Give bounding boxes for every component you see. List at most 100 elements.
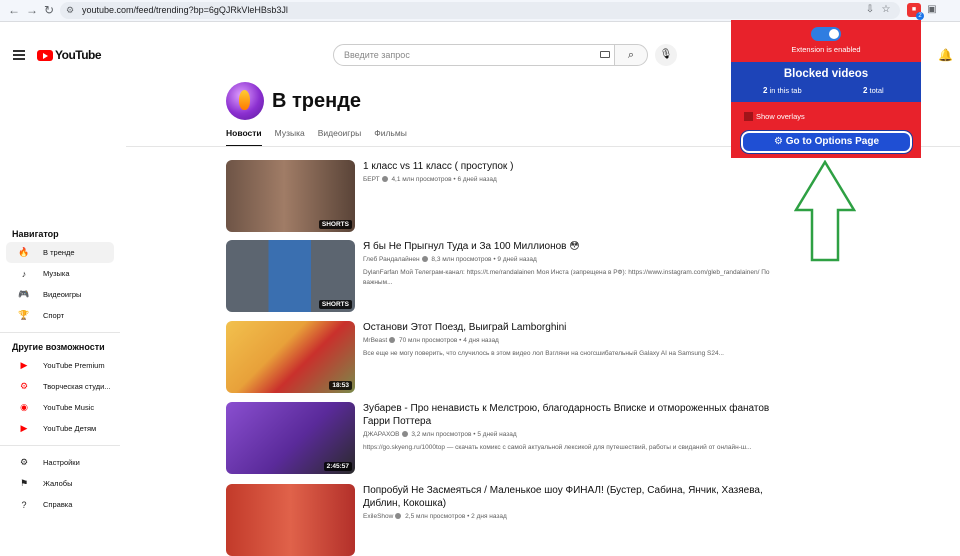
music-icon: ♪ xyxy=(21,268,27,279)
video-meta: ДЖАРАХОВ 3,2 млн просмотров • 5 дней наз… xyxy=(363,431,517,438)
video-badge: SHORTS xyxy=(318,220,352,229)
site-info-icon[interactable]: ⚙ xyxy=(66,2,74,19)
view-count: 2,5 млн просмотров xyxy=(405,513,466,520)
video-info: Зубарев - Про ненависть к Мелстрою, благ… xyxy=(363,402,793,453)
gear-icon: ⚙ xyxy=(773,136,783,147)
sidebar-item-settings[interactable]: ⚙ Настройки xyxy=(6,452,114,473)
tab-news[interactable]: Новости xyxy=(226,128,262,147)
sidebar-item-report[interactable]: ⚑ Жалобы xyxy=(6,473,114,494)
sidebar-item-trending[interactable]: 🔥 В тренде xyxy=(6,242,114,263)
sidebar-item-label: Справка xyxy=(43,500,73,509)
sidebar-item-label: В тренде xyxy=(43,248,75,257)
video-item[interactable]: 18:53 Останови Этот Поезд, Выиграй Lambo… xyxy=(226,321,926,393)
sidebar-item-premium[interactable]: ▶ YouTube Premium xyxy=(6,355,114,376)
sidebar-item-label: Музыка xyxy=(43,269,70,278)
back-icon[interactable]: ← xyxy=(8,3,20,17)
tab-games[interactable]: Видеоигры xyxy=(318,128,362,147)
video-title[interactable]: Зубарев - Про ненависть к Мелстрою, благ… xyxy=(363,402,793,428)
install-icon[interactable]: ⇩ xyxy=(864,4,876,16)
sidebar-item-music[interactable]: ♪ Музыка xyxy=(6,263,114,284)
music-note-icon xyxy=(401,431,408,438)
logo-text: YouTube xyxy=(55,48,102,62)
total-count: 2 xyxy=(863,86,868,95)
tab-movies[interactable]: Фильмы xyxy=(374,128,407,147)
verified-icon xyxy=(389,337,396,344)
video-meta: Глеб Рандалайнен 8,3 млн просмотров • 9 … xyxy=(363,256,537,263)
video-thumbnail[interactable]: 18:53 xyxy=(226,321,355,393)
youtube-studio-icon: ⚙ xyxy=(19,381,29,391)
video-info: 1 класс vs 11 класс ( проступок ) БЕРТ 4… xyxy=(363,160,793,183)
page-title: В тренде xyxy=(272,90,362,112)
video-item[interactable]: 2:45:57 Зубарев - Про ненависть к Мелстр… xyxy=(226,402,926,474)
sidebar-item-label: YouTube Music xyxy=(43,403,95,412)
trending-icon: 🔥 xyxy=(18,247,30,257)
extension-count-badge: 2 xyxy=(916,12,924,20)
view-count: 3,2 млн просмотров xyxy=(411,431,472,438)
gaming-icon: 🎮 xyxy=(18,289,30,299)
verified-icon xyxy=(381,176,388,183)
upload-age: 6 дней назад xyxy=(457,176,497,183)
sidebar: Навигатор 🔥 В тренде ♪ Музыка 🎮 Видеоигры 🏆… xyxy=(0,226,120,515)
video-description: https://go.skyeng.ru/1000top — скачать к… xyxy=(363,444,752,451)
hamburger-menu-icon[interactable] xyxy=(13,50,25,60)
extension-icon[interactable]: ■ 2 xyxy=(907,3,924,20)
bookmark-star-icon[interactable]: ☆ xyxy=(880,4,892,16)
reload-icon[interactable]: ↻ xyxy=(44,3,54,17)
video-title[interactable]: Останови Этот Поезд, Выиграй Lamborghini xyxy=(363,321,793,334)
sidebar-item-kids[interactable]: ▶ YouTube Детям xyxy=(6,418,114,439)
video-thumbnail[interactable] xyxy=(226,484,355,556)
video-item[interactable]: Попробуй Не Засмеяться / Маленькое шоу Ф… xyxy=(226,484,926,556)
upload-age: 2 дня назад xyxy=(471,513,507,520)
options-page-button[interactable]: ⚙ Go to Options Page xyxy=(740,130,913,154)
video-duration: 2:45:57 xyxy=(323,462,352,471)
search-button[interactable]: ⌕ xyxy=(614,44,648,66)
sidebar-item-gaming[interactable]: 🎮 Видеоигры xyxy=(6,284,114,305)
upload-age: 4 дня назад xyxy=(463,337,499,344)
sidebar-item-sports[interactable]: 🏆 Спорт xyxy=(6,305,114,326)
youtube-play-icon xyxy=(37,49,53,61)
channel-name[interactable]: ДЖАРАХОВ xyxy=(363,431,400,438)
extensions-puzzle-icon[interactable]: ▣ xyxy=(926,4,938,16)
address-bar[interactable]: ⚙ youtube.com/feed/trending?bp=6gQJRkVle… xyxy=(60,2,900,19)
tab-music[interactable]: Музыка xyxy=(275,128,305,147)
upload-age: 9 дней назад xyxy=(497,256,537,263)
search-input[interactable]: Введите запрос xyxy=(333,44,615,66)
view-count: 4,1 млн просмотров xyxy=(391,176,452,183)
sidebar-item-studio[interactable]: ⚙ Творческая студи... xyxy=(6,376,114,397)
show-overlays-row[interactable]: Show overlays xyxy=(744,112,805,121)
show-overlays-checkbox[interactable] xyxy=(744,112,753,121)
video-title[interactable]: Я бы Не Прыгнул Туда и За 100 Миллионов … xyxy=(363,240,793,253)
sidebar-item-help[interactable]: ? Справка xyxy=(6,494,114,515)
sidebar-item-label: Настройки xyxy=(43,458,80,467)
extension-status: Extension is enabled xyxy=(791,45,861,54)
search-icon: ⌕ xyxy=(627,49,635,61)
video-thumbnail[interactable]: SHORTS xyxy=(226,160,355,232)
verified-icon xyxy=(395,513,402,520)
video-info: Попробуй Не Засмеяться / Маленькое шоу Ф… xyxy=(363,484,793,520)
extension-popup: Extension is enabled Blocked videos 2 in… xyxy=(731,20,921,158)
sidebar-item-music-app[interactable]: ◉ YouTube Music xyxy=(6,397,114,418)
video-meta: MrBeast 70 млн просмотров • 4 дня назад xyxy=(363,337,499,344)
forward-icon[interactable]: → xyxy=(26,3,38,17)
microphone-icon[interactable]: 🎙 xyxy=(655,44,677,66)
notifications-bell-icon[interactable]: 🔔 xyxy=(938,48,953,62)
channel-name[interactable]: БЕРТ xyxy=(363,176,380,183)
video-duration: 18:53 xyxy=(329,381,352,390)
video-thumbnail[interactable]: 2:45:57 xyxy=(226,402,355,474)
url-text: youtube.com/feed/trending?bp=6gQJRkVleHB… xyxy=(82,5,288,15)
channel-name[interactable]: Глеб Рандалайнен xyxy=(363,256,420,263)
video-thumbnail[interactable]: SHORTS xyxy=(226,240,355,312)
sidebar-item-label: Жалобы xyxy=(43,479,73,488)
keyboard-icon[interactable] xyxy=(600,51,610,58)
video-title[interactable]: 1 класс vs 11 класс ( проступок ) xyxy=(363,160,793,173)
blocked-videos-title: Blocked videos xyxy=(783,68,869,80)
total-label: total xyxy=(869,86,884,95)
video-title[interactable]: Попробуй Не Засмеяться / Маленькое шоу Ф… xyxy=(363,484,793,510)
extension-enable-toggle[interactable] xyxy=(811,27,841,41)
sports-icon: 🏆 xyxy=(18,310,30,320)
channel-name[interactable]: MrBeast xyxy=(363,337,387,344)
youtube-logo[interactable]: YouTube xyxy=(37,48,102,62)
in-tab-label: in this tab xyxy=(769,86,802,95)
channel-name[interactable]: ExileShow xyxy=(363,513,393,520)
youtube-music-icon: ◉ xyxy=(20,402,28,412)
